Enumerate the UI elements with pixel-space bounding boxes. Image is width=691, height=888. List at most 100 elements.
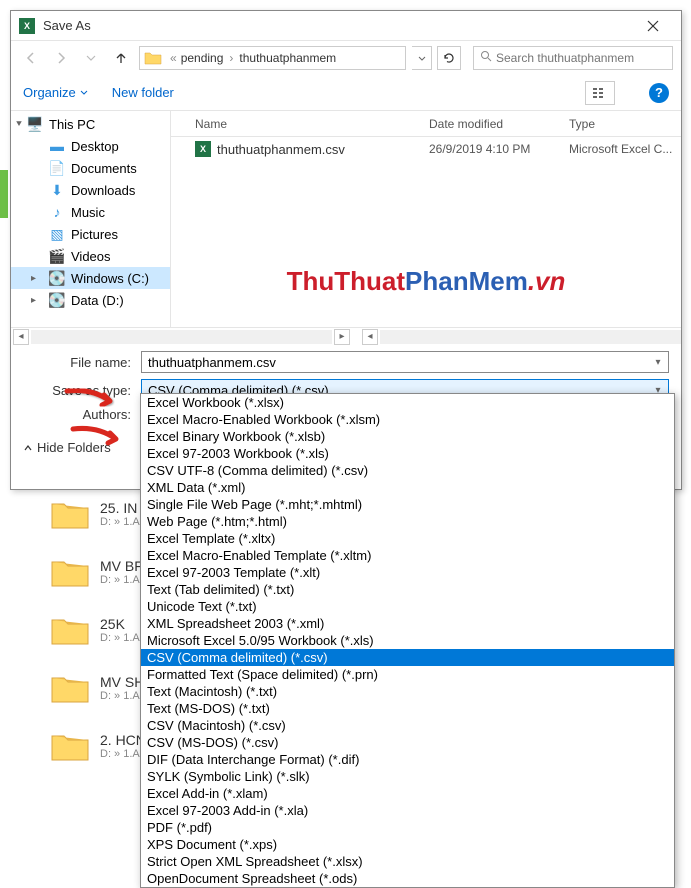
refresh-button[interactable] [437,46,461,70]
filetype-dropdown-list[interactable]: Excel Workbook (*.xlsx)Excel Macro-Enabl… [140,393,675,888]
caret-icon: ▸ [31,295,36,306]
filetype-option[interactable]: Text (Tab delimited) (*.txt) [141,581,674,598]
tree-desktop[interactable]: ▬Desktop [11,135,170,157]
filetype-option[interactable]: CSV (MS-DOS) (*.csv) [141,734,674,751]
folder-path: D: » 1.A [100,690,144,702]
help-button[interactable]: ? [649,83,669,103]
path-segment-2[interactable]: thuthuatphanmem [239,51,336,65]
filetype-option[interactable]: OpenDocument Spreadsheet (*.ods) [141,870,674,887]
list-icon [592,87,608,99]
pictures-icon: ▧ [49,226,65,242]
downloads-icon: ⬇ [49,182,65,198]
folder-icon [50,730,90,762]
nav-bar: « pending › thuthuatphanmem [11,41,681,75]
filetype-option[interactable]: Excel 97-2003 Template (*.xlt) [141,564,674,581]
dialog-title: Save As [43,18,633,33]
filetype-option[interactable]: DIF (Data Interchange Format) (*.dif) [141,751,674,768]
csv-file-icon [195,141,211,157]
filetype-option[interactable]: Strict Open XML Spreadsheet (*.xlsx) [141,853,674,870]
new-folder-button[interactable]: New folder [112,85,174,100]
breadcrumb[interactable]: « pending › thuthuatphanmem [139,46,406,70]
close-icon [647,20,659,32]
filetype-option[interactable]: Excel Binary Workbook (*.xlsb) [141,428,674,445]
tree-downloads[interactable]: ⬇Downloads [11,179,170,201]
refresh-icon [443,52,455,64]
scroll-track[interactable] [31,330,332,344]
filetype-option[interactable]: Formatted Text (Space delimited) (*.prn) [141,666,674,683]
scroll-right-button[interactable]: ▸ [334,329,350,345]
watermark: ThuThuatPhanMem.vn [287,266,566,297]
chevron-up-icon [23,443,33,453]
filetype-option[interactable]: Microsoft Excel 5.0/95 Workbook (*.xls) [141,632,674,649]
path-dropdown-button[interactable] [412,46,432,70]
annotation-arrow-2 [68,421,128,451]
annotation-arrow-1 [62,383,122,413]
music-icon: ♪ [49,204,65,220]
tree-windows-c[interactable]: ▸💽Windows (C:) [11,267,170,289]
filetype-option[interactable]: Excel Template (*.xltx) [141,530,674,547]
tree-pictures[interactable]: ▧Pictures [11,223,170,245]
chevron-down-icon[interactable]: ▾ [650,357,666,368]
close-button[interactable] [633,11,673,41]
filetype-option[interactable]: Excel Macro-Enabled Workbook (*.xlsm) [141,411,674,428]
filetype-option[interactable]: CSV UTF-8 (Comma delimited) (*.csv) [141,462,674,479]
folder-icon [50,498,90,530]
folder-title: 25K [100,616,140,632]
path-segment-1[interactable]: pending [181,51,224,65]
toolbar: Organize New folder ? [11,75,681,111]
filetype-option[interactable]: Excel Add-in (*.xlam) [141,785,674,802]
search-box[interactable] [473,46,673,70]
nav-up-button[interactable] [109,46,133,70]
tree-videos[interactable]: 🎬Videos [11,245,170,267]
filetype-option[interactable]: Unicode Text (*.txt) [141,598,674,615]
filetype-option[interactable]: Excel 97-2003 Workbook (*.xls) [141,445,674,462]
filetype-option[interactable]: Excel 97-2003 Add-in (*.xla) [141,802,674,819]
caret-icon: ▸ [31,273,36,284]
nav-recent-button[interactable] [79,46,103,70]
scroll-track-2[interactable] [380,330,681,344]
tree-data-d[interactable]: ▸💽Data (D:) [11,289,170,311]
col-name[interactable]: Name [189,117,429,131]
filetype-option[interactable]: XML Data (*.xml) [141,479,674,496]
file-list: Name Date modified Type thuthuatphanmem.… [171,111,681,327]
file-name-label: File name: [23,355,141,370]
file-name: thuthuatphanmem.csv [217,142,345,157]
folder-icon [144,50,162,66]
filetype-option[interactable]: SYLK (Symbolic Link) (*.slk) [141,768,674,785]
organize-button[interactable]: Organize [23,85,88,100]
search-input[interactable] [496,51,666,65]
filetype-option[interactable]: XML Spreadsheet 2003 (*.xml) [141,615,674,632]
folder-path: D: » 1.A [100,632,140,644]
folder-icon [50,614,90,646]
excel-icon: X [19,18,35,34]
chevron-right-icon: › [229,51,233,65]
filetype-option[interactable]: CSV (Comma delimited) (*.csv) [141,649,674,666]
view-mode-button[interactable] [585,81,615,105]
scroll-left-button[interactable]: ◂ [13,329,29,345]
title-bar: X Save As [11,11,681,41]
filetype-option[interactable]: Text (Macintosh) (*.txt) [141,683,674,700]
search-icon [480,49,492,67]
folder-title: 25. IN [100,500,140,516]
col-date[interactable]: Date modified [429,117,569,131]
filetype-option[interactable]: CSV (Macintosh) (*.csv) [141,717,674,734]
tree-music[interactable]: ♪Music [11,201,170,223]
file-name-input[interactable]: thuthuatphanmem.csv ▾ [141,351,669,373]
filetype-option[interactable]: Single File Web Page (*.mht;*.mhtml) [141,496,674,513]
filetype-option[interactable]: Web Page (*.htm;*.html) [141,513,674,530]
filetype-option[interactable]: Text (MS-DOS) (*.txt) [141,700,674,717]
horizontal-scrollbar[interactable]: ◂ ▸ ◂ [11,327,681,345]
pc-icon: 🖥️ [27,116,43,132]
tree-documents[interactable]: 📄Documents [11,157,170,179]
filetype-option[interactable]: Excel Macro-Enabled Template (*.xltm) [141,547,674,564]
folder-icon [50,672,90,704]
nav-back-button[interactable] [19,46,43,70]
scroll-left-button-2[interactable]: ◂ [362,329,378,345]
tree-this-pc[interactable]: ⯆ 🖥️ This PC [11,113,170,135]
filetype-option[interactable]: XPS Document (*.xps) [141,836,674,853]
documents-icon: 📄 [49,160,65,176]
file-row[interactable]: thuthuatphanmem.csv 26/9/2019 4:10 PM Mi… [171,137,681,161]
nav-forward-button[interactable] [49,46,73,70]
col-type[interactable]: Type [569,117,681,131]
filetype-option[interactable]: Excel Workbook (*.xlsx) [141,394,674,411]
